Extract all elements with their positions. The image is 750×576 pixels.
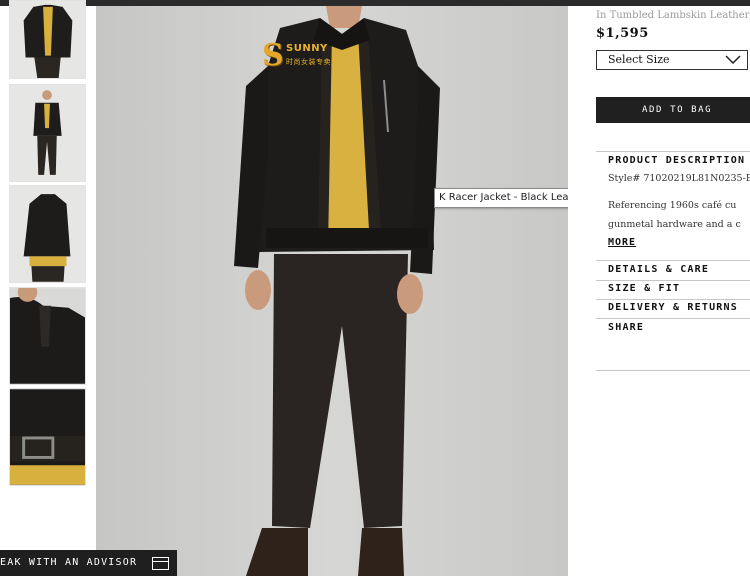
advisor-chat-button[interactable]: EAK WITH AN ADVISOR (0, 550, 177, 576)
accordion-delivery-returns[interactable]: DELIVERY & RETURNS (608, 302, 738, 313)
product-details-panel: In Tumbled Lambskin Leather $1,595 Selec… (568, 6, 750, 576)
accordion-details-care[interactable]: DETAILS & CARE (608, 264, 709, 275)
add-to-bag-button[interactable]: ADD TO BAG (596, 97, 750, 123)
chat-window-icon (152, 557, 169, 570)
style-number: Style# 71020219L81N0235-B (608, 173, 750, 184)
chevron-down-icon (725, 55, 741, 65)
watermark-logo: S SUNNY 时尚女装专卖店 (262, 38, 339, 73)
thumbnail-2[interactable] (9, 84, 86, 182)
product-image[interactable] (96, 6, 568, 576)
divider (596, 260, 750, 261)
divider (596, 318, 750, 319)
thumbnail-3[interactable] (9, 185, 86, 283)
divider (596, 151, 750, 152)
description-line-2: gunmetal hardware and a c (608, 219, 741, 230)
accordion-size-fit[interactable]: SIZE & FIT (608, 283, 680, 294)
divider (596, 280, 750, 281)
size-select[interactable]: Select Size (596, 50, 748, 70)
size-select-value: Select Size (608, 53, 670, 66)
divider (596, 299, 750, 300)
accordion-share[interactable]: SHARE (608, 322, 644, 333)
thumbnail-1[interactable] (9, 0, 86, 79)
divider (596, 370, 750, 371)
description-line-1: Referencing 1960s café cu (608, 200, 737, 211)
thumbnail-strip (0, 0, 96, 576)
product-subtitle: In Tumbled Lambskin Leather (596, 10, 750, 21)
thumbnail-5[interactable] (9, 388, 86, 486)
accordion-product-description[interactable]: PRODUCT DESCRIPTION (608, 155, 745, 166)
thumbnail-4[interactable] (9, 287, 86, 385)
product-price: $1,595 (596, 26, 649, 41)
advisor-label: EAK WITH AN ADVISOR (0, 557, 138, 568)
more-link[interactable]: MORE (608, 237, 636, 248)
